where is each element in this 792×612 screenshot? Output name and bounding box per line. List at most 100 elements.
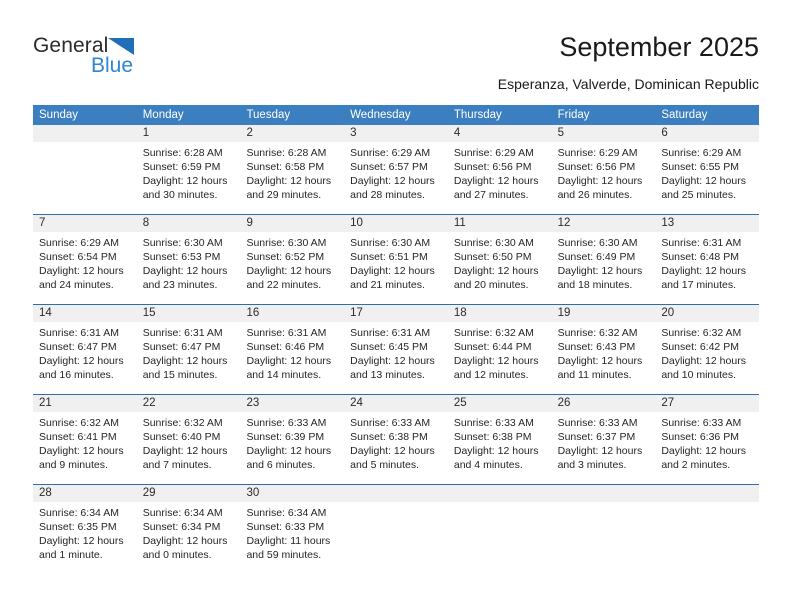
day-cell-10[interactable]: Sunrise: 6:30 AM Sunset: 6:51 PM Daylight:… [344,232,448,304]
day-number-18[interactable]: 18 [448,305,552,322]
day-detail-line: Sunrise: 6:32 AM [453,327,534,339]
day-cell-29[interactable]: Sunrise: 6:34 AM Sunset: 6:34 PM Daylight:… [137,502,241,578]
day-number-empty [344,485,448,502]
day-number-empty [552,485,656,502]
day-cell-2[interactable]: Sunrise: 6:28 AM Sunset: 6:58 PM Daylight:… [240,142,344,214]
day-number-empty [655,485,759,502]
day-cell-empty [655,502,759,578]
day-number-19[interactable]: 19 [552,305,656,322]
day-number-13[interactable]: 13 [655,215,759,232]
day-cell-6[interactable]: Sunrise: 6:29 AM Sunset: 6:55 PM Daylight:… [655,142,759,214]
weekday-header-friday: Friday [557,109,590,121]
day-detail-line: Sunset: 6:42 PM [661,341,739,353]
day-detail-line: Sunrise: 6:31 AM [39,327,119,339]
day-number-22[interactable]: 22 [137,395,241,412]
triangle-icon [108,38,134,55]
day-cell-21[interactable]: Sunrise: 6:32 AM Sunset: 6:41 PM Daylight:… [33,412,137,484]
day-number-6[interactable]: 6 [655,125,759,142]
day-number-empty [33,125,137,142]
day-number-14[interactable]: 14 [33,305,137,322]
day-cell-9[interactable]: Sunrise: 6:30 AM Sunset: 6:52 PM Daylight:… [240,232,344,304]
day-number-27[interactable]: 27 [655,395,759,412]
week-body-row: Sunrise: 6:32 AM Sunset: 6:41 PM Daylight:… [33,412,759,484]
day-detail-line: Sunrise: 6:32 AM [39,417,119,429]
day-number-11[interactable]: 11 [448,215,552,232]
day-detail-line: Daylight: 12 hours [557,355,643,367]
day-detail-line: and 6 minutes. [246,459,316,471]
day-cell-16[interactable]: Sunrise: 6:31 AM Sunset: 6:46 PM Daylight:… [240,322,344,394]
day-cell-26[interactable]: Sunrise: 6:33 AM Sunset: 6:37 PM Daylight:… [552,412,656,484]
day-number-7[interactable]: 7 [33,215,137,232]
day-number-8[interactable]: 8 [137,215,241,232]
day-detail-line: Daylight: 12 hours [453,445,539,457]
day-number-25[interactable]: 25 [448,395,552,412]
day-cell-22[interactable]: Sunrise: 6:32 AM Sunset: 6:40 PM Daylight:… [137,412,241,484]
day-number-12[interactable]: 12 [552,215,656,232]
day-cell-17[interactable]: Sunrise: 6:31 AM Sunset: 6:45 PM Daylight:… [344,322,448,394]
day-number-17[interactable]: 17 [344,305,448,322]
day-detail-line: and 17 minutes. [661,279,737,291]
day-number-1[interactable]: 1 [137,125,241,142]
day-number-26[interactable]: 26 [552,395,656,412]
day-cell-5[interactable]: Sunrise: 6:29 AM Sunset: 6:56 PM Daylight:… [552,142,656,214]
day-detail-line: Daylight: 12 hours [142,265,228,277]
day-number-28[interactable]: 28 [33,485,137,502]
day-number-3[interactable]: 3 [344,125,448,142]
day-cell-23[interactable]: Sunrise: 6:33 AM Sunset: 6:39 PM Daylight:… [240,412,344,484]
day-cell-28[interactable]: Sunrise: 6:34 AM Sunset: 6:35 PM Daylight:… [33,502,137,578]
day-cell-24[interactable]: Sunrise: 6:33 AM Sunset: 6:38 PM Daylight:… [344,412,448,484]
day-number-2[interactable]: 2 [240,125,344,142]
day-detail-line: Daylight: 12 hours [557,445,643,457]
day-detail-line: Daylight: 12 hours [661,445,746,457]
day-cell-4[interactable]: Sunrise: 6:29 AM Sunset: 6:56 PM Daylight:… [448,142,552,214]
day-detail-line: Sunrise: 6:32 AM [142,417,223,429]
day-detail-line: Daylight: 12 hours [350,265,435,277]
day-number-15[interactable]: 15 [137,305,241,322]
day-number-empty [448,485,552,502]
day-number-16[interactable]: 16 [240,305,344,322]
day-number-20[interactable]: 20 [655,305,759,322]
day-detail-line: Sunrise: 6:31 AM [142,327,223,339]
day-detail-line: and 23 minutes. [142,279,218,291]
day-detail-line: Sunrise: 6:34 AM [39,507,119,519]
day-number-10[interactable]: 10 [344,215,448,232]
day-cell-30[interactable]: Sunrise: 6:34 AM Sunset: 6:33 PM Daylight:… [240,502,344,578]
day-cell-3[interactable]: Sunrise: 6:29 AM Sunset: 6:57 PM Daylight:… [344,142,448,214]
week-date-band: 14 15 16 17 18 19 20 [33,305,759,322]
day-cell-13[interactable]: Sunrise: 6:31 AM Sunset: 6:48 PM Daylight:… [655,232,759,304]
day-detail-line: Daylight: 12 hours [661,355,746,367]
day-cell-12[interactable]: Sunrise: 6:30 AM Sunset: 6:49 PM Daylight:… [552,232,656,304]
day-cell-empty [448,502,552,578]
day-detail-line: Sunrise: 6:30 AM [557,237,638,249]
general-blue-logo[interactable]: General Blue [33,34,213,84]
day-detail-line: and 25 minutes. [661,189,737,201]
day-number-5[interactable]: 5 [552,125,656,142]
day-number-29[interactable]: 29 [137,485,241,502]
day-number-21[interactable]: 21 [33,395,137,412]
week-body-row: Sunrise: 6:34 AM Sunset: 6:35 PM Daylight:… [33,502,759,578]
day-detail-line: and 15 minutes. [142,369,218,381]
day-cell-25[interactable]: Sunrise: 6:33 AM Sunset: 6:38 PM Daylight:… [448,412,552,484]
day-detail-line: Sunset: 6:48 PM [661,251,739,263]
day-cell-19[interactable]: Sunrise: 6:32 AM Sunset: 6:43 PM Daylight:… [552,322,656,394]
day-number-30[interactable]: 30 [240,485,344,502]
day-number-24[interactable]: 24 [344,395,448,412]
day-detail-line: and 5 minutes. [350,459,420,471]
day-cell-18[interactable]: Sunrise: 6:32 AM Sunset: 6:44 PM Daylight:… [448,322,552,394]
day-cell-7[interactable]: Sunrise: 6:29 AM Sunset: 6:54 PM Daylight:… [33,232,137,304]
day-number-4[interactable]: 4 [448,125,552,142]
day-cell-27[interactable]: Sunrise: 6:33 AM Sunset: 6:36 PM Daylight:… [655,412,759,484]
day-detail-line: and 18 minutes. [557,279,633,291]
day-cell-11[interactable]: Sunrise: 6:30 AM Sunset: 6:50 PM Daylight:… [448,232,552,304]
day-number-9[interactable]: 9 [240,215,344,232]
day-cell-14[interactable]: Sunrise: 6:31 AM Sunset: 6:47 PM Daylight:… [33,322,137,394]
day-cell-20[interactable]: Sunrise: 6:32 AM Sunset: 6:42 PM Daylight:… [655,322,759,394]
day-cell-15[interactable]: Sunrise: 6:31 AM Sunset: 6:47 PM Daylight:… [137,322,241,394]
day-detail-line: Sunrise: 6:31 AM [661,237,742,249]
day-number-23[interactable]: 23 [240,395,344,412]
weekday-header-tuesday: Tuesday [246,109,291,121]
day-detail-line: and 0 minutes. [142,549,212,561]
day-cell-8[interactable]: Sunrise: 6:30 AM Sunset: 6:53 PM Daylight:… [137,232,241,304]
day-cell-1[interactable]: Sunrise: 6:28 AM Sunset: 6:59 PM Daylight:… [137,142,241,214]
day-detail-line: Sunset: 6:53 PM [142,251,221,263]
